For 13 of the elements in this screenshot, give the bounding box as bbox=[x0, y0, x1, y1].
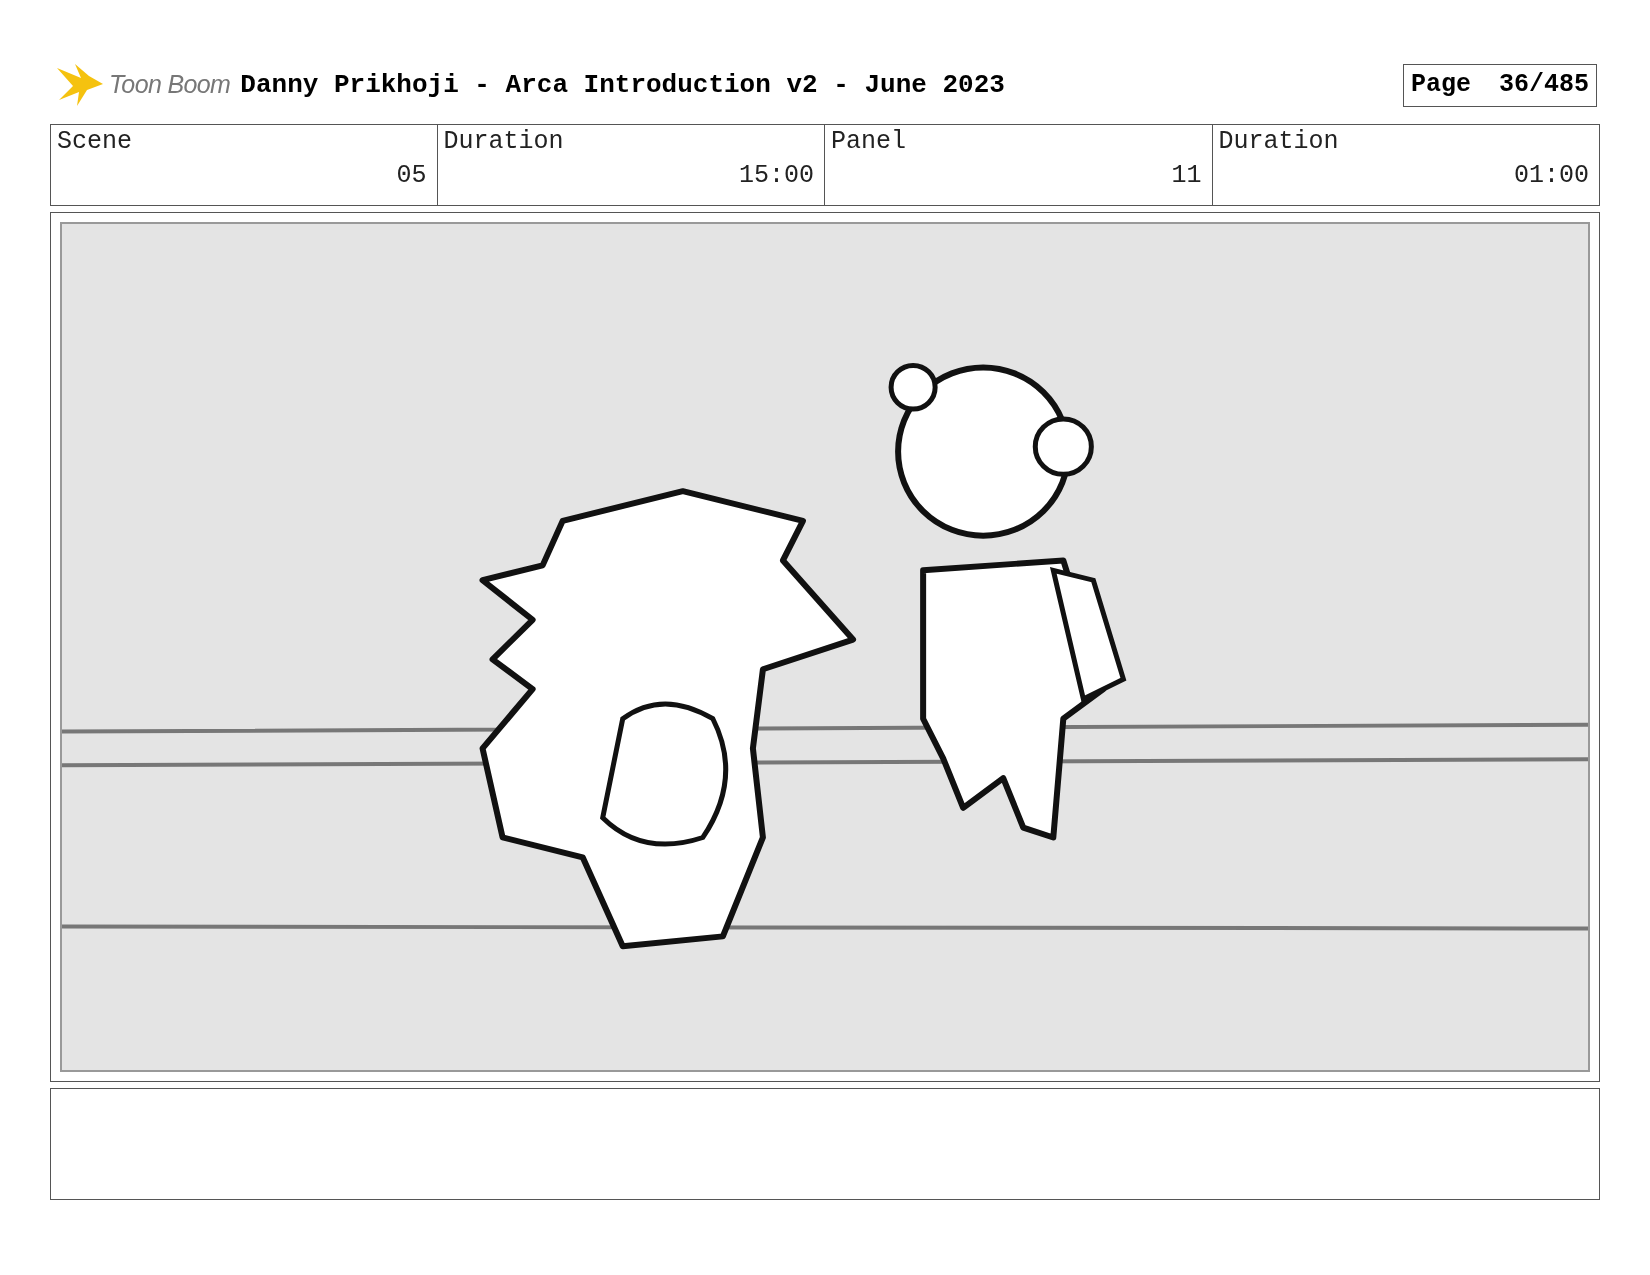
info-value: 01:00 bbox=[1513, 160, 1589, 192]
info-label: Scene bbox=[57, 126, 133, 158]
info-value: 15:00 bbox=[738, 160, 814, 192]
info-value: 11 bbox=[1170, 160, 1202, 192]
storyboard-title: Danny Prikhoji - Arca Introduction v2 - June 2023 bbox=[240, 68, 1005, 102]
info-label: Panel bbox=[831, 126, 907, 158]
info-value: 05 bbox=[395, 160, 427, 192]
logo-text: Toon Boom bbox=[109, 69, 231, 101]
info-label: Duration bbox=[443, 126, 565, 158]
page-label: Page bbox=[1410, 69, 1471, 102]
page-number: 36/485 bbox=[1499, 69, 1589, 102]
starburst-icon bbox=[55, 62, 105, 108]
info-label: Duration bbox=[1218, 126, 1340, 158]
